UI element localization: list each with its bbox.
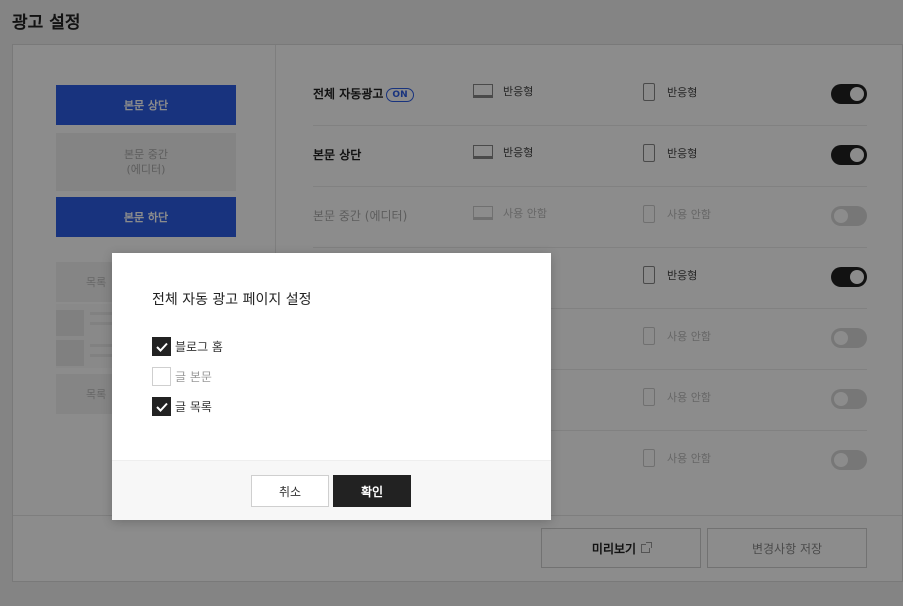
confirm-button[interactable]: 확인 <box>333 475 411 507</box>
option-label: 글 본문 <box>175 370 212 384</box>
option-label: 글 목록 <box>175 400 212 414</box>
option-post-body[interactable]: 글 본문 <box>152 367 212 386</box>
option-post-list[interactable]: 글 목록 <box>152 397 212 416</box>
checkbox-post-body[interactable] <box>152 367 171 386</box>
cancel-button[interactable]: 취소 <box>251 475 329 507</box>
check-icon <box>155 402 168 412</box>
checkbox-blog-home[interactable] <box>152 337 171 356</box>
checkbox-post-list[interactable] <box>152 397 171 416</box>
check-icon <box>155 342 168 352</box>
dialog-title: 전체 자동 광고 페이지 설정 <box>152 292 312 308</box>
dialog-footer: 취소 확인 <box>112 460 551 520</box>
option-label: 블로그 홈 <box>175 340 223 354</box>
option-blog-home[interactable]: 블로그 홈 <box>152 337 223 356</box>
auto-ad-page-settings-dialog: 전체 자동 광고 페이지 설정 블로그 홈 글 본문 글 목록 취소 확인 <box>112 253 551 520</box>
